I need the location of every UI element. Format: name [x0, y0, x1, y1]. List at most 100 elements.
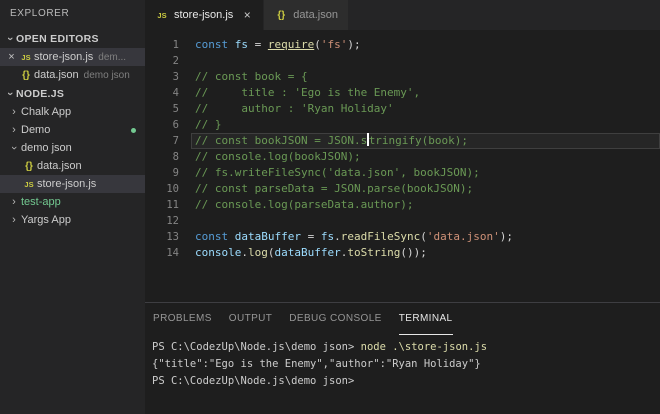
code-token: const: [195, 230, 229, 243]
line-number: 13: [166, 231, 179, 243]
code-line[interactable]: 7 // const bookJSON = JSON.s tringify(book…: [145, 133, 660, 149]
line-number: 10: [166, 183, 179, 195]
file-name: data.json: [34, 69, 79, 81]
tree-item-label: store-json.js: [37, 178, 97, 190]
tree-folder-item[interactable]: › Demo: [0, 121, 145, 139]
line-number: 6: [172, 119, 179, 131]
code-token: (: [314, 38, 321, 51]
code-token: .: [241, 246, 248, 259]
chevron-right-icon: ›: [12, 214, 16, 226]
code-text: // const bookJSON = JSON.s tringify(book)…: [191, 133, 660, 149]
tree-folder-item[interactable]: › Chalk App: [0, 103, 145, 121]
terminal-token: {"title":"Ego is the Enemy","author":"Ry…: [152, 358, 481, 370]
tree-folder-item[interactable]: › Yargs App: [0, 211, 145, 229]
vscode-window: EXPLORER › OPEN EDITORS × JS store-json.js…: [0, 0, 660, 414]
code-line[interactable]: 1 const fs = require('fs');: [145, 37, 660, 53]
code-line[interactable]: 10 // const parseData = JSON.parse(bookJS…: [145, 181, 660, 197]
tree-item-label: Demo: [21, 124, 51, 136]
chevron-right-icon: ›: [12, 196, 16, 208]
code-token: // const parseData = JSON.parse(bookJSON…: [195, 182, 474, 195]
code-token: );: [347, 38, 361, 51]
code-token: log: [247, 246, 268, 259]
code-line[interactable]: 12: [145, 213, 660, 229]
code-token: );: [499, 230, 513, 243]
code-token: // console.log(bookJSON);: [195, 150, 361, 163]
code-token: // const bookJSON = JSON.s: [195, 134, 368, 147]
panel-tab-debug-console[interactable]: DEBUG CONSOLE: [289, 303, 381, 335]
close-icon[interactable]: ×: [6, 51, 17, 63]
tree-file-item[interactable]: JS store-json.js: [0, 175, 145, 193]
panel-tab-terminal[interactable]: TERMINAL: [398, 303, 453, 335]
line-number: 14: [166, 247, 179, 259]
code-text: // const parseData = JSON.parse(bookJSON…: [191, 181, 660, 197]
code-token: console: [195, 246, 242, 259]
tab-label: store-json.js: [174, 9, 234, 21]
code-line[interactable]: 2: [145, 53, 660, 69]
line-number: 9: [172, 167, 179, 179]
close-icon[interactable]: ×: [241, 8, 253, 22]
panel-tab-problems[interactable]: PROBLEMS: [153, 303, 212, 335]
line-number: 8: [172, 151, 179, 163]
open-editors-list: × JS store-json.js dem... {} data.json demo js…: [0, 48, 145, 84]
project-header[interactable]: › NODE.JS: [0, 84, 145, 103]
code-token: tringify(book);: [368, 134, 469, 147]
line-number: 5: [172, 103, 179, 115]
project-label: NODE.JS: [16, 87, 65, 100]
code-token: 'fs': [320, 38, 348, 51]
tab-label: data.json: [293, 9, 338, 21]
code-token: toString: [347, 246, 401, 259]
explorer-title: EXPLORER: [10, 8, 70, 19]
open-editor-item[interactable]: × JS store-json.js dem...: [0, 48, 145, 66]
editor-tab-data-json[interactable]: {} data.json: [264, 0, 349, 30]
code-text: // console.log(bookJSON);: [191, 149, 660, 165]
project-section: › NODE.JS › Chalk App › Demo › demo json{} dat…: [0, 84, 145, 229]
open-editors-label: OPEN EDITORS: [16, 32, 99, 45]
code-token: // }: [195, 118, 222, 131]
code-token: const: [195, 38, 229, 51]
code-text: const fs = require('fs');: [191, 37, 660, 53]
terminal-token: PS C:\CodezUp\Node.js\demo json>: [152, 375, 361, 387]
code-text: // fs.writeFileSync('data.json', bookJSO…: [191, 165, 660, 181]
terminal-token: PS C:\CodezUp\Node.js\demo json>: [152, 341, 361, 353]
tree-item-label: test-app: [21, 196, 61, 208]
open-editor-item[interactable]: {} data.json demo json: [0, 66, 145, 84]
open-editors-header[interactable]: › OPEN EDITORS: [0, 29, 145, 48]
code-token: fs: [234, 38, 248, 51]
terminal-line: PS C:\CodezUp\Node.js\demo json>: [152, 373, 660, 390]
terminal-output[interactable]: PS C:\CodezUp\Node.js\demo json> node .\…: [145, 335, 660, 414]
json-file-icon: {}: [277, 9, 286, 21]
code-token: // author : 'Ryan Holiday': [195, 102, 394, 115]
code-editor[interactable]: 1 const fs = require('fs'); 2 3 // const boo…: [145, 30, 660, 302]
code-text: const dataBuffer = fs.readFileSync('data…: [191, 229, 660, 245]
code-token: fs: [320, 230, 335, 243]
code-line[interactable]: 5 // author : 'Ryan Holiday': [145, 101, 660, 117]
code-line[interactable]: 6 // }: [145, 117, 660, 133]
panel-tab-output[interactable]: OUTPUT: [229, 303, 273, 335]
code-line[interactable]: 8 // console.log(bookJSON);: [145, 149, 660, 165]
code-token: readFileSync: [340, 230, 421, 243]
chevron-down-icon: ›: [4, 91, 16, 96]
code-line[interactable]: 13 const dataBuffer = fs.readFileSync('da…: [145, 229, 660, 245]
code-line[interactable]: 9 // fs.writeFileSync('data.json', bookJS…: [145, 165, 660, 181]
terminal-token: node .\store-json.js: [360, 341, 488, 353]
code-text: // const book = {: [191, 69, 660, 85]
chevron-down-icon: ›: [8, 146, 20, 150]
tree-folder-item[interactable]: › demo json: [0, 139, 145, 157]
code-text: // author : 'Ryan Holiday': [191, 101, 660, 117]
code-token: 'data.json': [426, 230, 500, 243]
tree-file-item[interactable]: {} data.json: [0, 157, 145, 175]
code-line[interactable]: 14 console.log(dataBuffer.toString());: [145, 245, 660, 261]
code-line[interactable]: 11 // console.log(parseData.author);: [145, 197, 660, 213]
code-line[interactable]: 3 // const book = {: [145, 69, 660, 85]
editor-tab-store-json-js[interactable]: JS store-json.js ×: [145, 0, 265, 30]
code-text: console.log(dataBuffer.toString());: [191, 245, 660, 261]
code-line[interactable]: 4 // title : 'Ego is the Enemy',: [145, 85, 660, 101]
line-number: 4: [172, 87, 179, 99]
tree-item-label: demo json: [21, 142, 72, 154]
tree-folder-item[interactable]: › test-app: [0, 193, 145, 211]
